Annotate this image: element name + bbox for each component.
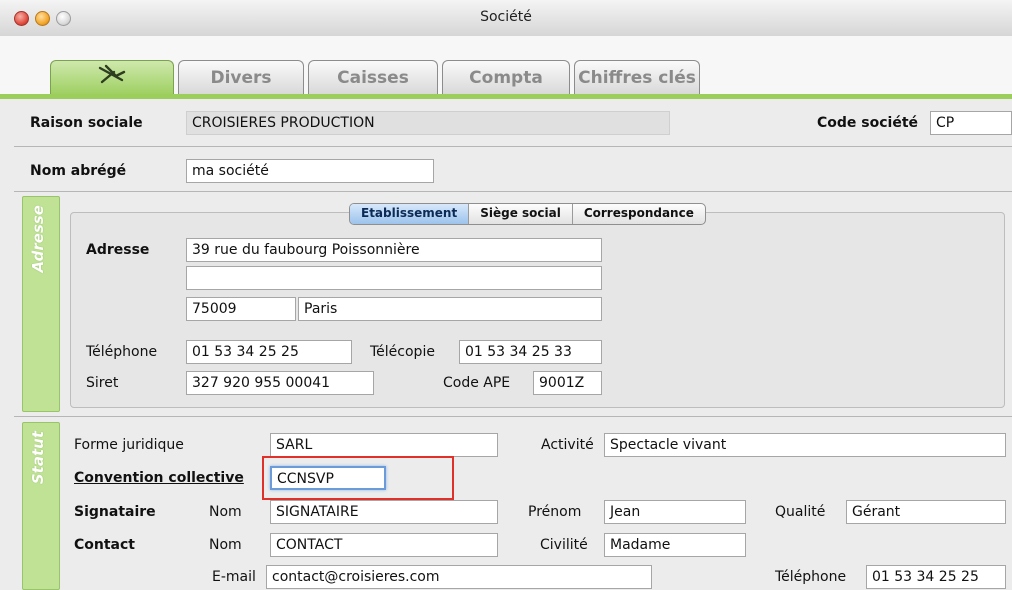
- contact-telephone-label: Téléphone: [775, 569, 847, 585]
- siret-label: Siret: [86, 375, 119, 391]
- highlight-box: [262, 456, 454, 500]
- nom-abrege-label: Nom abrégé: [30, 163, 127, 179]
- title-bar: Société: [0, 0, 1012, 37]
- tab-chiffres-cles[interactable]: Chiffres clés: [574, 60, 700, 94]
- contact-nom-field[interactable]: CONTACT: [270, 533, 498, 557]
- code-ape-label: Code APE: [443, 375, 511, 391]
- qualite-field[interactable]: Gérant: [846, 500, 1006, 524]
- civilite-label: Civilité: [540, 537, 588, 553]
- nom-abrege-field[interactable]: ma société: [186, 159, 434, 183]
- telephone-field[interactable]: 01 53 34 25 25: [186, 340, 352, 364]
- signataire-nom-field[interactable]: SIGNATAIRE: [270, 500, 498, 524]
- tab-compta[interactable]: Compta: [442, 60, 570, 94]
- segment-etablissement[interactable]: Etablissement: [350, 204, 469, 224]
- divider: [14, 191, 1012, 192]
- code-ape-field[interactable]: 9001Z: [533, 371, 602, 395]
- statut-side-label: Statut: [29, 431, 47, 485]
- signataire-label: Signataire: [74, 504, 156, 520]
- adresse-label: Adresse: [86, 242, 150, 258]
- forme-juridique-label: Forme juridique: [74, 437, 184, 453]
- statut-side-panel: Statut: [22, 422, 60, 590]
- prenom-field[interactable]: Jean: [604, 500, 746, 524]
- contact-nom-label: Nom: [209, 537, 242, 553]
- flag-icon: [92, 64, 132, 91]
- telecopie-field[interactable]: 01 53 34 25 33: [459, 340, 602, 364]
- adresse-side-panel: Adresse: [22, 196, 60, 412]
- adresse-line1-field[interactable]: 39 rue du faubourg Poissonnière: [186, 238, 602, 262]
- activite-label: Activité: [541, 437, 594, 453]
- contact-telephone-field[interactable]: 01 53 34 25 25: [866, 565, 1006, 589]
- contact-label: Contact: [74, 537, 135, 553]
- email-label: E-mail: [212, 569, 256, 585]
- email-field[interactable]: contact@croisieres.com: [266, 565, 652, 589]
- raison-sociale-label: Raison sociale: [30, 115, 143, 131]
- tab-caisses[interactable]: Caisses: [308, 60, 438, 94]
- divider: [14, 146, 1012, 147]
- segment-correspondance[interactable]: Correspondance: [571, 204, 705, 224]
- telecopie-label: Télécopie: [370, 344, 435, 360]
- signataire-nom-label: Nom: [209, 504, 242, 520]
- address-type-segmented-control: Etablissement Siège social Correspondanc…: [349, 203, 706, 225]
- civilite-field[interactable]: Madame: [604, 533, 746, 557]
- adresse-side-label: Adresse: [29, 205, 47, 273]
- city-field[interactable]: Paris: [298, 297, 602, 321]
- convention-collective-link[interactable]: Convention collective: [74, 470, 244, 486]
- adresse-line2-field[interactable]: [186, 266, 602, 290]
- code-societe-field[interactable]: CP: [930, 111, 1012, 135]
- segment-siege-social[interactable]: Siège social: [468, 204, 572, 224]
- window-title: Société: [480, 9, 532, 25]
- postal-code-field[interactable]: 75009: [186, 297, 296, 321]
- activite-field[interactable]: Spectacle vivant: [604, 433, 1006, 457]
- raison-sociale-field[interactable]: CROISIERES PRODUCTION: [186, 111, 670, 135]
- divider: [14, 416, 1012, 417]
- prenom-label: Prénom: [528, 504, 582, 520]
- siret-field[interactable]: 327 920 955 00041: [186, 371, 374, 395]
- tab-general[interactable]: [50, 60, 174, 94]
- tab-divers[interactable]: Divers: [178, 60, 304, 94]
- telephone-label: Téléphone: [86, 344, 158, 360]
- qualite-label: Qualité: [775, 504, 826, 520]
- code-societe-label: Code société: [817, 115, 919, 131]
- forme-juridique-field[interactable]: SARL: [270, 433, 498, 457]
